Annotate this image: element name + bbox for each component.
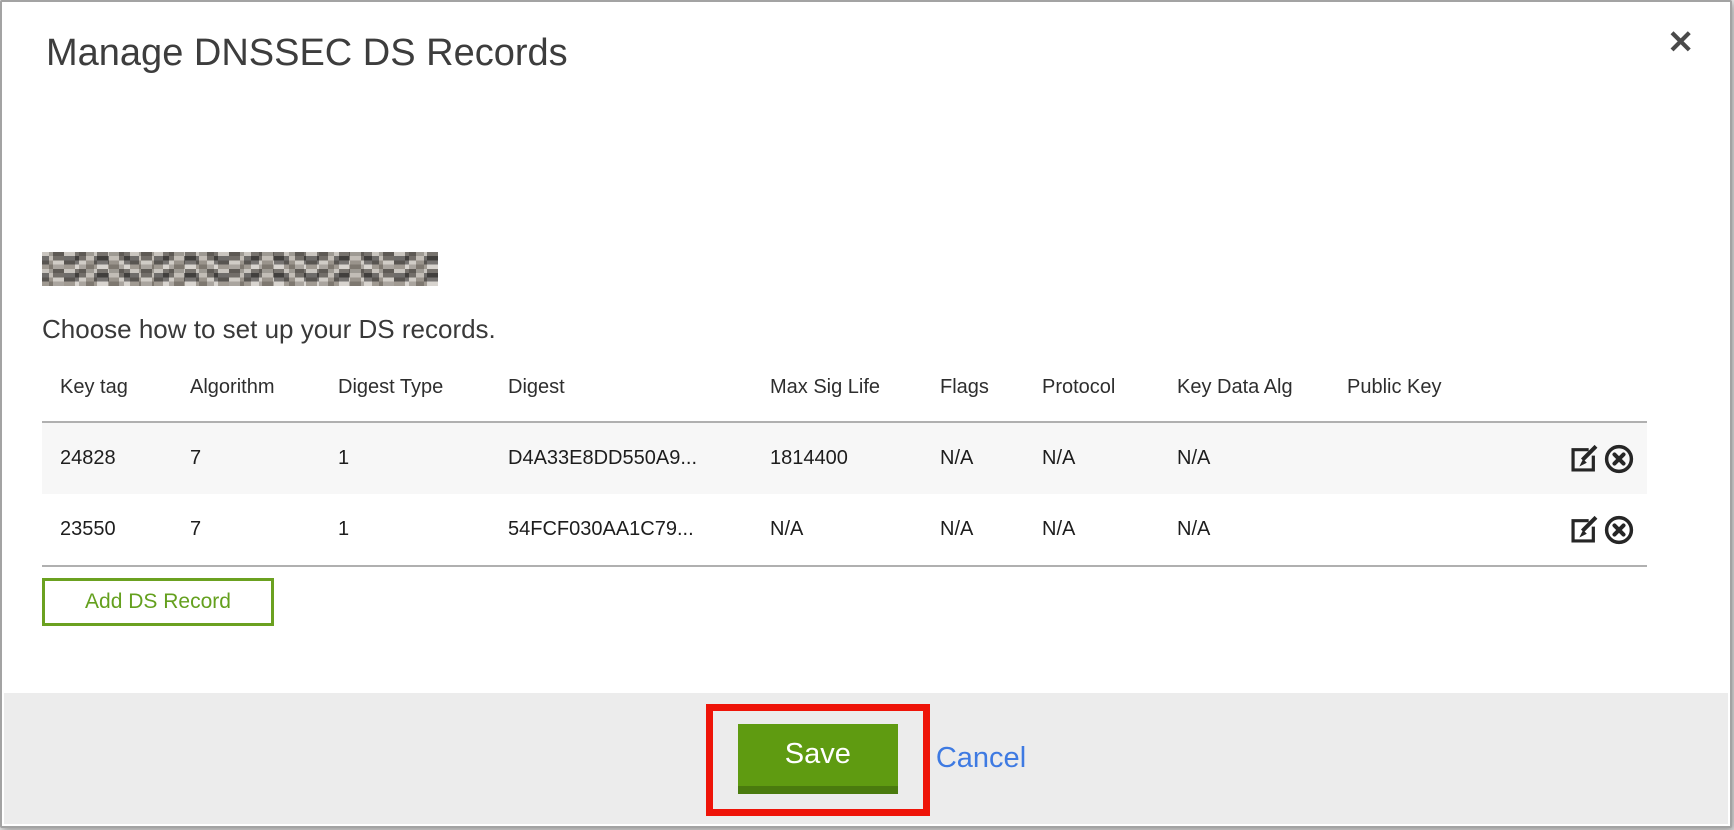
table-row: 24828 7 1 D4A33E8DD550A9... 1814400 N/A …	[42, 423, 1647, 494]
cell-protocol: N/A	[1042, 518, 1177, 541]
cell-key-tag: 24828	[60, 447, 190, 470]
close-icon[interactable]: ✕	[1667, 26, 1694, 58]
cell-key-data-alg: N/A	[1177, 447, 1347, 470]
col-header-digest: Digest	[508, 374, 770, 399]
col-header-protocol: Protocol	[1042, 374, 1177, 399]
cell-digest: D4A33E8DD550A9...	[508, 447, 770, 470]
redacted-domain-name	[42, 252, 438, 286]
cell-digest: 54FCF030AA1C79...	[508, 518, 770, 541]
col-header-key-data-alg: Key Data Alg	[1177, 374, 1347, 399]
cell-flags: N/A	[940, 518, 1042, 541]
cell-algorithm: 7	[190, 518, 338, 541]
edit-icon[interactable]	[1568, 443, 1600, 475]
cancel-link[interactable]: Cancel	[936, 742, 1026, 775]
annotation-highlight: Save	[706, 704, 930, 816]
add-ds-record-button[interactable]: Add DS Record	[42, 578, 274, 626]
col-header-public-key: Public Key	[1347, 374, 1559, 399]
save-button[interactable]: Save	[738, 724, 898, 794]
cell-max-sig-life: 1814400	[770, 447, 940, 470]
col-header-flags: Flags	[940, 374, 1042, 399]
cell-key-data-alg: N/A	[1177, 518, 1347, 541]
instruction-text: Choose how to set up your DS records.	[42, 314, 496, 345]
edit-icon[interactable]	[1568, 514, 1600, 546]
cell-flags: N/A	[940, 447, 1042, 470]
dialog-footer: Save Cancel	[4, 693, 1728, 824]
col-header-digest-type: Digest Type	[338, 374, 508, 399]
col-header-key-tag: Key tag	[60, 374, 190, 399]
cell-key-tag: 23550	[60, 518, 190, 541]
cell-max-sig-life: N/A	[770, 518, 940, 541]
delete-icon[interactable]	[1603, 443, 1635, 475]
manage-dnssec-dialog: Manage DNSSEC DS Records ✕ Choose how to…	[0, 0, 1732, 828]
col-header-algorithm: Algorithm	[190, 374, 338, 399]
table-row: 23550 7 1 54FCF030AA1C79... N/A N/A N/A …	[42, 494, 1647, 565]
cell-protocol: N/A	[1042, 447, 1177, 470]
dialog-title: Manage DNSSEC DS Records	[46, 32, 568, 75]
cell-algorithm: 7	[190, 447, 338, 470]
cell-digest-type: 1	[338, 447, 508, 470]
col-header-max-sig-life: Max Sig Life	[770, 374, 940, 399]
ds-records-table: Key tag Algorithm Digest Type Digest Max…	[42, 374, 1647, 567]
delete-icon[interactable]	[1603, 514, 1635, 546]
cell-digest-type: 1	[338, 518, 508, 541]
table-header-row: Key tag Algorithm Digest Type Digest Max…	[42, 374, 1647, 421]
